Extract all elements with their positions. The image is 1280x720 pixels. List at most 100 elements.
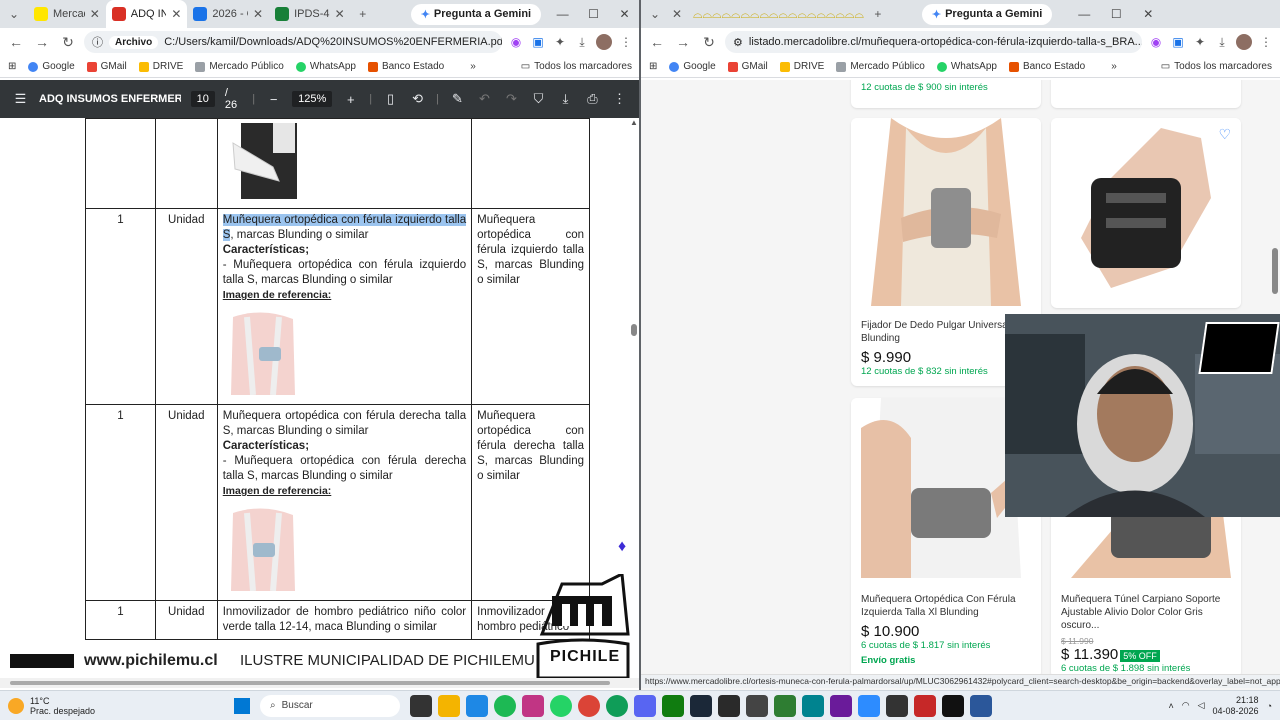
steam-icon[interactable] xyxy=(690,694,712,717)
address-url[interactable]: listado.mercadolibre.cl/muñequera-ortopé… xyxy=(749,36,1142,48)
pdf-viewer[interactable]: 1 Unidad Muñequera ortopédica con férula… xyxy=(0,118,640,678)
all-bookmarks[interactable]: ▭ Todos los marcadores xyxy=(1161,61,1272,72)
bookmark-banco-estado[interactable]: Banco Estado xyxy=(1008,61,1085,72)
screen-icon[interactable]: ▣ xyxy=(1170,34,1186,50)
forward-icon[interactable]: → xyxy=(673,34,693,50)
volume-icon[interactable]: ◁ xyxy=(1198,700,1205,711)
maximize-icon[interactable]: ☐ xyxy=(1100,7,1132,21)
close-icon[interactable]: ✕ xyxy=(171,7,181,21)
product-card-top-left[interactable]: 12 cuotas de $ 900 sin interés xyxy=(851,80,1041,108)
site-info-icon[interactable]: ⚙ xyxy=(733,36,743,49)
all-bookmarks[interactable]: ▭ Todos los marcadores xyxy=(521,61,632,72)
close-icon[interactable]: ✕ xyxy=(90,7,100,21)
product-title[interactable]: Muñequera Túnel Carpiano Soporte Ajustab… xyxy=(1051,593,1241,632)
gemini-button[interactable]: ✦ Pregunta a Gemini xyxy=(410,3,542,25)
clock[interactable]: 21:18 04-08-2026 xyxy=(1213,695,1259,717)
menu-icon[interactable]: ☰ xyxy=(12,91,29,107)
chrome-icon[interactable] xyxy=(606,694,628,717)
horizontal-scrollbar[interactable] xyxy=(0,678,640,688)
minimize-icon[interactable]: — xyxy=(547,7,578,21)
bookmark-banco-estado[interactable]: Banco Estado xyxy=(367,61,444,72)
print-icon[interactable]: ⎙ xyxy=(584,91,601,107)
bookmark-mercado-publico[interactable]: Mercado Público xyxy=(195,61,284,72)
close-icon[interactable]: ✕ xyxy=(335,7,345,21)
tab-mercado[interactable]: Mercado p ✕ xyxy=(28,0,106,28)
word-icon[interactable] xyxy=(970,694,992,717)
maximize-icon[interactable]: ☐ xyxy=(578,7,609,21)
tab-google-doc[interactable]: 2026 - Go ✕ xyxy=(187,0,269,28)
zoom-in-icon[interactable]: + xyxy=(342,92,359,107)
notifications-icon[interactable]: ◔ xyxy=(1267,701,1272,711)
extension-icon[interactable]: ◉ xyxy=(1148,34,1164,50)
favorite-heart-icon[interactable]: ♡ xyxy=(1218,126,1231,143)
bookmark-drive[interactable]: DRIVE xyxy=(138,61,183,72)
bookmark-whatsapp[interactable]: WhatsApp xyxy=(936,61,997,72)
chrome-icon[interactable] xyxy=(578,694,600,717)
more-icon[interactable]: ⋮ xyxy=(611,91,628,107)
epic-games-icon[interactable] xyxy=(718,694,740,717)
store-icon[interactable] xyxy=(466,694,488,717)
page-number-input[interactable]: 10 xyxy=(190,91,215,107)
puzzle-icon[interactable]: ✦ xyxy=(552,34,568,50)
discord-icon[interactable] xyxy=(634,694,656,717)
bookmark-google[interactable]: Google xyxy=(669,61,716,72)
undo-icon[interactable]: ↶ xyxy=(476,91,493,107)
redo-icon[interactable]: ↷ xyxy=(503,91,520,107)
taskbar-search[interactable]: ⌕ Buscar xyxy=(260,694,400,717)
apps-icon[interactable]: ⊞ xyxy=(649,61,657,72)
menu-icon[interactable]: ⋮ xyxy=(618,34,634,50)
tab-adq-insumos[interactable]: ADQ INSU ✕ xyxy=(105,0,188,28)
scrollbar[interactable] xyxy=(1272,248,1278,294)
close-icon[interactable]: ✕ xyxy=(669,6,685,22)
zoom-icon[interactable] xyxy=(858,694,880,717)
address-url[interactable]: C:/Users/kamil/Downloads/ADQ%20INSUMOS%2… xyxy=(164,36,502,48)
avatar[interactable] xyxy=(1236,34,1252,50)
new-tab-icon[interactable]: + xyxy=(870,6,886,22)
app-icon[interactable] xyxy=(774,694,796,717)
back-icon[interactable]: ← xyxy=(6,34,26,50)
zoom-out-icon[interactable]: − xyxy=(265,92,282,107)
app-icon[interactable] xyxy=(830,694,852,717)
tab-search-icon[interactable]: ⌄ xyxy=(6,6,22,22)
windows-start-icon[interactable] xyxy=(234,697,250,714)
weather-widget[interactable]: 11°C Prac. despejado xyxy=(8,696,198,716)
app-icon[interactable] xyxy=(914,694,936,717)
tab-group[interactable]: ⌓⌓⌓⌓⌓⌓⌓⌓⌓⌓⌓⌓⌓⌓⌓⌓⌓⌓ xyxy=(693,7,864,22)
forward-icon[interactable]: → xyxy=(32,34,52,50)
avatar[interactable] xyxy=(596,34,612,50)
download-icon[interactable]: ⤓ xyxy=(574,34,590,50)
more-bookmarks-icon[interactable]: » xyxy=(1111,61,1117,72)
annotate-icon[interactable]: ✎ xyxy=(449,91,466,107)
mercadolibre-results[interactable]: 12 cuotas de $ 900 sin interés Fijador D… xyxy=(641,80,1280,690)
tab-ipds[interactable]: IPDS-400/ ✕ xyxy=(269,0,351,28)
tiktok-icon[interactable] xyxy=(942,694,964,717)
bookmark-google[interactable]: Google xyxy=(28,61,75,72)
whatsapp-icon[interactable] xyxy=(550,694,572,717)
download-icon[interactable]: ⤓ xyxy=(1214,34,1230,50)
bookmark-gmail[interactable]: GMail xyxy=(727,61,768,72)
chevron-up-icon[interactable]: ˄ xyxy=(1168,701,1173,711)
wifi-icon[interactable]: ◠ xyxy=(1182,700,1190,711)
scroll-thumb[interactable] xyxy=(631,324,637,336)
app-icon[interactable] xyxy=(886,694,908,717)
extension-icon[interactable]: ◉ xyxy=(508,34,524,50)
scroll-up-icon[interactable]: ▲ xyxy=(630,118,638,127)
screen-icon[interactable]: ▣ xyxy=(530,34,546,50)
xbox-icon[interactable] xyxy=(662,694,684,717)
rotate-icon[interactable]: ⟲ xyxy=(409,91,426,107)
app-icon[interactable] xyxy=(746,694,768,717)
gemini-button[interactable]: ✦ Pregunta a Gemini xyxy=(921,3,1053,25)
save-icon[interactable]: ⛉ xyxy=(530,91,547,107)
bookmark-gmail[interactable]: GMail xyxy=(86,61,127,72)
fit-page-icon[interactable]: ▯ xyxy=(382,91,399,107)
task-view-icon[interactable] xyxy=(410,694,432,717)
spotify-icon[interactable] xyxy=(494,694,516,717)
close-window-icon[interactable]: ✕ xyxy=(1132,7,1164,21)
close-window-icon[interactable]: ✕ xyxy=(609,7,640,21)
zoom-input[interactable]: 125% xyxy=(292,91,333,107)
file-explorer-icon[interactable] xyxy=(438,694,460,717)
bookmark-drive[interactable]: DRIVE xyxy=(779,61,824,72)
close-icon[interactable]: ✕ xyxy=(253,7,263,21)
product-title[interactable]: Muñequera Ortopédica Con Férula Izquierd… xyxy=(851,593,1041,619)
address-bar[interactable]: ⚙ listado.mercadolibre.cl/muñequera-orto… xyxy=(725,31,1142,53)
